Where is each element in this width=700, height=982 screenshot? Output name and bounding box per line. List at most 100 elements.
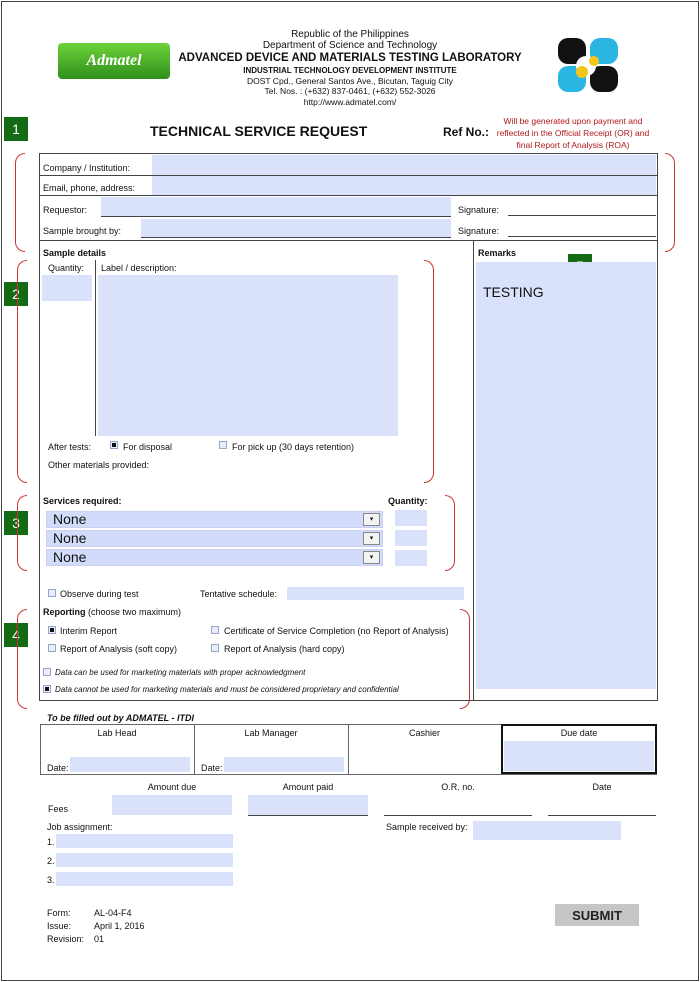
- email-label: Email, phone, address:: [43, 183, 136, 193]
- admatel-section-heading: To be filled out by ADMATEL - ITDI: [47, 713, 194, 723]
- brought-signature-line: [508, 236, 656, 237]
- job-assignment-label: Job assignment:: [47, 822, 113, 832]
- label-description-label: Label / description:: [101, 263, 177, 273]
- service-select-1[interactable]: None ▾: [46, 511, 383, 528]
- marketing-denied-checkbox[interactable]: [43, 685, 51, 693]
- or-no-line: [384, 815, 532, 816]
- job-item-number-2: 2.: [47, 856, 55, 866]
- requestor-signature-label: Signature:: [458, 205, 500, 215]
- interim-report-checkbox[interactable]: [48, 626, 56, 634]
- soft-copy-checkbox[interactable]: [48, 644, 56, 652]
- other-materials-label: Other materials provided:: [48, 460, 150, 470]
- requestor-label: Requestor:: [43, 205, 88, 215]
- email-address-input[interactable]: [152, 176, 656, 195]
- service-quantity-input-2[interactable]: [395, 530, 427, 546]
- job-assignment-input-1[interactable]: [56, 834, 233, 848]
- company-input[interactable]: [152, 155, 656, 175]
- service-quantity-input-3[interactable]: [395, 550, 427, 566]
- brought-by-label: Sample brought by:: [43, 226, 122, 236]
- service-select-value: None: [53, 530, 87, 546]
- issue-label: Issue:: [47, 921, 72, 931]
- ref-no-label: Ref No.:: [443, 125, 489, 139]
- revision-value: 01: [94, 934, 105, 944]
- company-label: Company / Institution:: [43, 163, 131, 173]
- row-divider: [141, 237, 451, 238]
- sample-received-input[interactable]: [473, 821, 621, 840]
- marketing-allowed-checkbox[interactable]: [43, 668, 51, 676]
- group-number-1: 1: [4, 117, 28, 141]
- quantity-label: Quantity:: [48, 263, 85, 273]
- service-select-value: None: [53, 549, 87, 565]
- requestor-input[interactable]: [101, 197, 451, 216]
- row-divider: [101, 216, 451, 217]
- ref-no-note: Will be generated upon payment and refle…: [496, 116, 650, 150]
- brace-left-2: [17, 260, 27, 483]
- service-quantity-input-1[interactable]: [395, 510, 427, 526]
- requestor-signature-line: [508, 215, 656, 216]
- dropdown-arrow-icon[interactable]: ▾: [363, 551, 380, 564]
- job-assignment-input-2[interactable]: [56, 853, 233, 867]
- hard-copy-label: Report of Analysis (hard copy): [224, 644, 345, 654]
- amount-due-label: Amount due: [147, 782, 197, 792]
- submit-button[interactable]: SUBMIT: [555, 904, 639, 926]
- sample-details-heading: Sample details: [43, 248, 107, 258]
- lab-head-date-input[interactable]: [70, 757, 190, 772]
- schedule-input[interactable]: [287, 587, 464, 600]
- certificate-checkbox[interactable]: [211, 626, 219, 634]
- dropdown-arrow-icon[interactable]: ▾: [363, 532, 380, 545]
- remarks-label: Remarks: [478, 248, 517, 258]
- form-label: Form:: [47, 908, 71, 918]
- for-pickup-checkbox[interactable]: [219, 441, 227, 449]
- for-disposal-label: For disposal: [123, 442, 173, 452]
- service-select-value: None: [53, 511, 87, 527]
- due-date-label: Due date: [560, 728, 598, 738]
- services-heading: Services required:: [43, 496, 122, 506]
- remarks-input[interactable]: TESTING: [476, 262, 656, 689]
- brace-left-1: [15, 153, 25, 252]
- lab-manager-date-input[interactable]: [224, 757, 344, 772]
- service-select-2[interactable]: None ▾: [46, 530, 383, 547]
- header-line1: Republic of the Philippines: [291, 29, 409, 40]
- header-line5: DOST Cpd., General Santos Ave., Bicutan,…: [246, 76, 453, 86]
- header-line6: Tel. Nos. : (+632) 837-0461, (+632) 552-…: [264, 86, 436, 96]
- marketing-denied-label: Data cannot be used for marketing materi…: [55, 685, 399, 694]
- payment-date-line: [548, 815, 656, 816]
- brace-left-4: [17, 609, 27, 709]
- form-title: TECHNICAL SERVICE REQUEST: [150, 123, 368, 139]
- issue-value: April 1, 2016: [94, 921, 145, 931]
- remarks-value: TESTING: [483, 284, 544, 300]
- payment-date-label: Date: [592, 782, 612, 792]
- for-disposal-checkbox[interactable]: [110, 441, 118, 449]
- header-line2: Department of Science and Technology: [262, 40, 438, 51]
- soft-copy-label: Report of Analysis (soft copy): [60, 644, 178, 654]
- fees-label: Fees: [48, 804, 69, 814]
- job-item-number-1: 1.: [47, 837, 55, 847]
- amount-paid-label: Amount paid: [282, 782, 334, 792]
- lab-manager-label: Lab Manager: [244, 728, 298, 738]
- header-line4: INDUSTRIAL TECHNOLOGY DEVELOPMENT INSTIT…: [243, 66, 457, 75]
- sample-received-label: Sample received by:: [386, 822, 468, 832]
- brought-by-input[interactable]: [141, 219, 451, 237]
- service-select-3[interactable]: None ▾: [46, 549, 383, 566]
- job-assignment-input-3[interactable]: [56, 872, 233, 886]
- hard-copy-checkbox[interactable]: [211, 644, 219, 652]
- form-value: AL-04-F4: [94, 908, 132, 918]
- amount-due-input[interactable]: [112, 795, 232, 815]
- reporting-heading-note: (choose two maximum): [88, 607, 182, 617]
- header-line3: ADVANCED DEVICE AND MATERIALS TESTING LA…: [178, 52, 522, 64]
- header-line7: http://www.admatel.com/: [303, 97, 397, 107]
- interim-report-label: Interim Report: [60, 626, 118, 636]
- lab-head-label: Lab Head: [97, 728, 137, 738]
- observe-checkbox[interactable]: [48, 589, 56, 597]
- or-no-label: O.R. no.: [441, 782, 475, 792]
- after-tests-label: After tests:: [48, 442, 92, 452]
- reporting-heading-text: Reporting: [43, 607, 86, 617]
- schedule-label: Tentative schedule:: [200, 589, 278, 599]
- sample-quantity-input[interactable]: [42, 275, 92, 301]
- brace-left-3: [17, 495, 27, 571]
- due-date-input[interactable]: [504, 741, 654, 771]
- sample-description-input[interactable]: [98, 275, 398, 436]
- dropdown-arrow-icon[interactable]: ▾: [363, 513, 380, 526]
- certificate-label: Certificate of Service Completion (no Re…: [224, 626, 449, 636]
- amount-paid-input[interactable]: [248, 795, 368, 815]
